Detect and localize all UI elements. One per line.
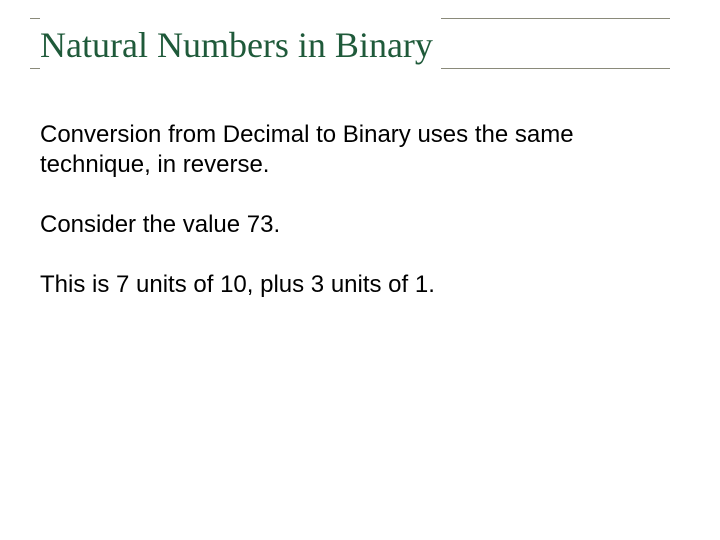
paragraph-2: Consider the value 73. xyxy=(38,210,650,240)
paragraph-3: This is 7 units of 10, plus 3 units of 1… xyxy=(38,270,650,300)
paragraph-1-text: Conversion from Decimal to Binary uses t… xyxy=(40,121,574,178)
title-bar: Natural Numbers in Binary xyxy=(30,18,690,72)
paragraph-2-text: Consider the value 73. xyxy=(40,211,280,238)
paragraph-1: Conversion from Decimal to Binary uses t… xyxy=(38,120,650,180)
slide-title: Natural Numbers in Binary xyxy=(40,18,441,72)
paragraph-3-text: This is 7 units of 10, plus 3 units of 1… xyxy=(40,271,435,298)
slide-body: Conversion from Decimal to Binary uses t… xyxy=(30,120,690,300)
